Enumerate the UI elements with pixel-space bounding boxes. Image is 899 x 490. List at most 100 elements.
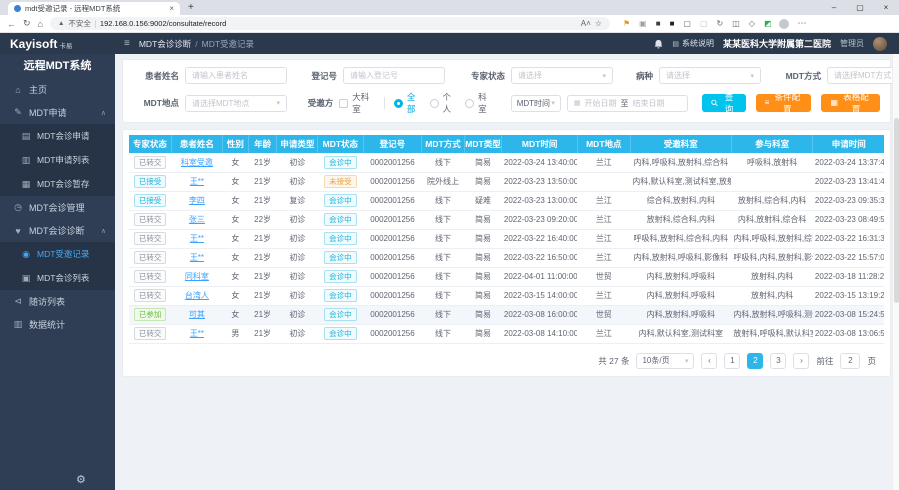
cell-mdt_type: 疑难 — [464, 191, 502, 210]
scrollbar-thumb[interactable] — [894, 118, 899, 303]
tab-close-icon[interactable]: × — [169, 4, 174, 13]
patient-name-link[interactable]: 王** — [190, 253, 204, 262]
disease-select[interactable]: 请选择 ▾ — [659, 67, 761, 84]
patient-name-link[interactable]: 张三 — [189, 215, 205, 224]
browser-menu-icon[interactable]: ⋯ — [798, 18, 807, 29]
chevron-down-icon: ▾ — [750, 72, 754, 80]
patient-name-link[interactable]: 王** — [190, 234, 204, 243]
reg-no-input[interactable] — [343, 67, 445, 84]
patient-name-link[interactable]: 可其 — [189, 310, 205, 319]
extension-gray-icon[interactable]: ▢ — [683, 20, 691, 28]
invitee-radio-label-2[interactable]: 科室 — [478, 91, 491, 115]
cell-mdt_mode: 线下 — [422, 267, 464, 286]
breadcrumb: MDT会诊诊断 / MDT受邀记录 — [139, 38, 254, 50]
cell-mdt_time: 2022-03-08 16:00:00 — [502, 305, 578, 324]
patient-name-link[interactable]: 王** — [190, 177, 204, 186]
extension-black-icon[interactable]: ■ — [670, 20, 675, 28]
minimize-button[interactable]: – — [821, 0, 847, 15]
cell-participating: 放射科,呼吸科,默认科室,测... — [731, 324, 813, 343]
invitee-radio-1[interactable] — [430, 99, 439, 108]
extension-copy-icon[interactable]: ▣ — [639, 20, 647, 28]
page-2-button[interactable]: 2 — [747, 353, 763, 369]
cell-expert_status: 已转交 — [129, 210, 171, 229]
read-aloud-icon[interactable]: A˄ — [581, 19, 591, 28]
table-config-button[interactable]: ▦ 表格配置 — [821, 94, 880, 112]
sidebar-item-mdt-manage[interactable]: ◷MDT会诊管理 — [0, 196, 115, 219]
browser-tab[interactable]: mdt受邀记录 - 远程MDT系统 × — [8, 2, 180, 15]
expert-status-tag: 已转交 — [134, 251, 167, 264]
split-screen-icon[interactable]: ◫ — [732, 20, 740, 28]
sidebar-collapse-icon[interactable]: ≡ — [124, 38, 130, 49]
cell-expert_status: 已转交 — [129, 286, 171, 305]
browser-essentials-icon[interactable]: ◇ — [749, 20, 755, 28]
search-button[interactable]: 查询 — [702, 94, 745, 112]
extension-color-icon[interactable]: ◩ — [764, 20, 772, 28]
sidebar-item-mdt-diagnose[interactable]: ♥MDT会诊诊断∧ — [0, 219, 115, 242]
cell-invited: 内科,放射科,呼吸科 — [630, 305, 731, 324]
cell-apply_time: 2022-03-23 09:35:39 — [813, 191, 884, 210]
favorite-icon[interactable]: ☆ — [595, 19, 602, 28]
back-icon[interactable]: ← — [7, 19, 16, 29]
cell-apply_type: 初诊 — [277, 305, 318, 324]
patient-name-link[interactable]: 科室受邀 — [181, 158, 213, 167]
patient-name-link[interactable]: 台湾人 — [185, 291, 209, 300]
sidebar-item-mdt-consult-draft[interactable]: ▦MDT会诊暂存 — [0, 172, 115, 196]
address-bar[interactable]: ▲ 不安全 192.168.0.156:9002/consultate/reco… — [50, 17, 610, 30]
extension-dark-icon[interactable]: ■ — [656, 20, 661, 28]
next-page-button[interactable]: › — [793, 353, 809, 369]
extension-icons: ⚑ ▣ ■ ■ ▢ ▢ ↻ ◫ ◇ ◩ — [623, 20, 772, 28]
patient-name-link[interactable]: 同科室 — [185, 272, 209, 281]
prev-page-button[interactable]: ‹ — [701, 353, 717, 369]
chevron-down-icon: ▾ — [276, 99, 280, 107]
jump-page-input[interactable] — [840, 353, 860, 369]
bell-icon[interactable] — [654, 39, 663, 49]
sidebar-item-mdt-apply[interactable]: ✎MDT申请∧ — [0, 101, 115, 124]
table-row: 已转交同科室女21岁初诊会诊中0002001256线下简易2022-04-01 … — [129, 267, 884, 286]
mdt-mode-select[interactable]: 请选择MDT方式 ▾ — [827, 67, 899, 84]
refresh-icon[interactable]: ↻ — [23, 18, 31, 29]
scrollbar-track[interactable] — [892, 54, 899, 490]
close-button[interactable]: × — [873, 0, 899, 15]
sidebar-item-statistics[interactable]: ▥数据统计 — [0, 313, 115, 336]
system-help-link[interactable]: ▤ 系统说明 — [672, 38, 714, 49]
search-button-label: 查询 — [721, 91, 736, 115]
patient-name-link[interactable]: 王** — [190, 329, 204, 338]
breadcrumb-section[interactable]: MDT会诊诊断 — [139, 38, 191, 50]
mdt-location-select[interactable]: 请选择MDT地点 ▾ — [185, 95, 287, 112]
mdt-status-tag: 会诊中 — [324, 251, 357, 264]
home-icon[interactable]: ⌂ — [38, 19, 43, 29]
patient-name-link[interactable]: 李四 — [189, 196, 205, 205]
big-dept-checkbox[interactable] — [339, 99, 348, 108]
page-1-button[interactable]: 1 — [724, 353, 740, 369]
col-name: 患者姓名 — [171, 135, 222, 153]
sidebar-item-followup-list[interactable]: ⊲随访列表 — [0, 290, 115, 313]
sidebar-item-mdt-consult-apply[interactable]: ▤MDT会诊申请 — [0, 124, 115, 148]
sidebar-item-mdt-invite-record[interactable]: ◉MDT受邀记录 — [0, 242, 115, 266]
expert-status-select[interactable]: 请选择 ▾ — [511, 67, 613, 84]
page-3-button[interactable]: 3 — [770, 353, 786, 369]
sync-icon[interactable]: ↻ — [717, 20, 724, 28]
new-tab-button[interactable]: + — [188, 3, 194, 13]
sidebar-item-home[interactable]: ⌂主页 — [0, 78, 115, 101]
time-field-select[interactable]: MDT时间 ▾ — [511, 95, 561, 112]
profile-avatar[interactable] — [779, 19, 789, 29]
cell-mdt_mode: 线下 — [422, 191, 464, 210]
patient-name-input[interactable] — [185, 67, 287, 84]
invitee-radio-2[interactable] — [465, 99, 474, 108]
sidebar-item-mdt-consult-list[interactable]: ▣MDT会诊列表 — [0, 266, 115, 290]
page-size-select[interactable]: 10条/页 ▾ — [636, 353, 694, 369]
extension-faint-icon[interactable]: ▢ — [700, 20, 708, 28]
invitee-radio-label-1[interactable]: 个人 — [443, 91, 456, 115]
cell-mdt_time: 2022-04-01 11:00:00 — [502, 267, 578, 286]
big-dept-checkbox-label[interactable]: 大科室 — [352, 91, 375, 115]
maximize-button[interactable]: ▢ — [847, 0, 873, 15]
date-range-picker[interactable]: ▦ 开始日期 至 结束日期 — [567, 95, 688, 112]
extension-flag-icon[interactable]: ⚑ — [623, 20, 630, 28]
sidebar-item-mdt-apply-list[interactable]: ▥MDT申请列表 — [0, 148, 115, 172]
cell-apply_time: 2022-03-22 16:31:36 — [813, 229, 884, 248]
condition-config-button[interactable]: ≡ 条件配置 — [756, 94, 812, 112]
invitee-radio-0[interactable] — [394, 99, 403, 108]
settings-gear-icon[interactable]: ⚙ — [76, 473, 86, 486]
user-avatar[interactable] — [873, 37, 887, 51]
invitee-radio-label-0[interactable]: 全部 — [407, 91, 420, 115]
